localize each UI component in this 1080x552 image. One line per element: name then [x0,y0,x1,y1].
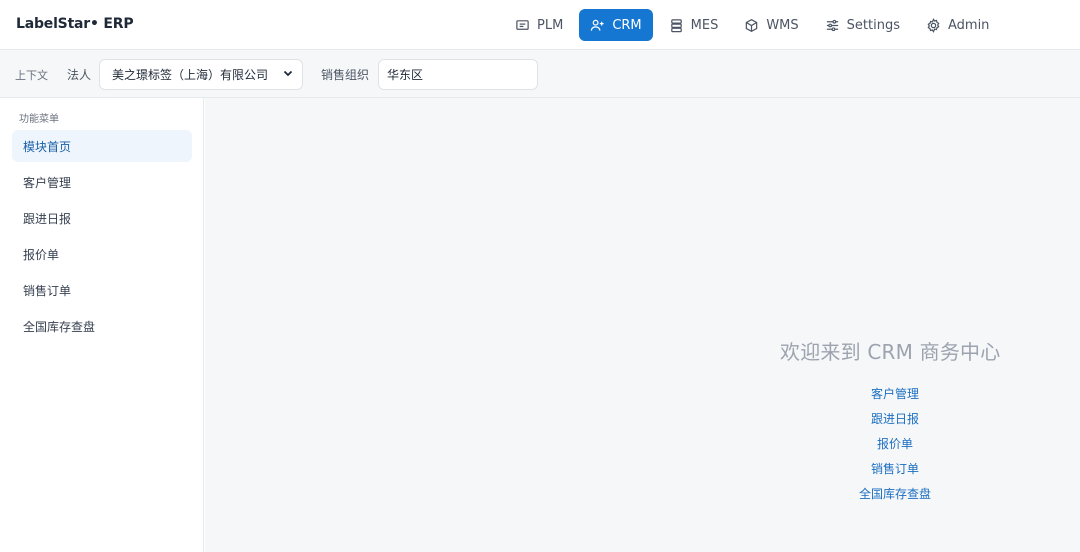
nav-item-label: Settings [846,17,900,33]
nav-item-settings[interactable]: Settings [815,9,910,41]
link-inventory-check[interactable]: 全国库存查盘 [859,482,931,507]
nav-item-label: CRM [612,17,642,33]
link-sales-order[interactable]: 销售订单 [871,457,919,482]
welcome-heading: 欢迎来到 CRM 商务中心 [780,340,1001,364]
nav-item-crm[interactable]: CRM [579,9,653,41]
legal-entity-select[interactable]: 美之璟标签（上海）有限公司 [99,59,303,90]
server-icon [669,18,684,33]
main-content: 欢迎来到 CRM 商务中心 客户管理 跟进日报 报价单 销售订单 全国库存查盘 [205,98,1080,552]
context-bar: 上下文 法人 美之璟标签（上海）有限公司 销售组织 [0,50,1080,98]
module-nav: PLM CRM MES WMS Settings Admin [505,9,999,41]
legal-entity-value: 美之璟标签（上海）有限公司 [112,68,269,82]
sidebar-title: 功能菜单 [19,114,59,125]
nav-item-mes[interactable]: MES [659,9,729,41]
context-label: 上下文 [15,69,48,82]
sidebar: 功能菜单 模块首页 客户管理 跟进日报 报价单 销售订单 全国库存查盘 [0,98,204,552]
nav-item-wms[interactable]: WMS [734,9,808,41]
monitor-icon [515,18,530,33]
brand-logo: LabelStar• ERP [16,16,134,32]
sidebar-item-module-home[interactable]: 模块首页 [12,130,192,162]
top-bar: LabelStar• ERP PLM CRM MES WMS Settings … [0,0,1080,50]
nav-item-label: PLM [537,17,564,33]
link-customer-management[interactable]: 客户管理 [871,382,919,407]
gear-icon [926,17,941,33]
chevron-down-icon [282,67,294,82]
link-daily-followup[interactable]: 跟进日报 [871,407,919,432]
sales-org-input[interactable] [378,59,538,90]
app-window: LabelStar• ERP PLM CRM MES WMS Settings … [0,0,1080,552]
sidebar-item-sales-order[interactable]: 销售订单 [12,274,192,306]
nav-item-admin[interactable]: Admin [916,9,999,41]
sidebar-menu: 模块首页 客户管理 跟进日报 报价单 销售订单 全国库存查盘 [12,130,192,346]
cube-icon [744,18,759,33]
sidebar-item-quotation[interactable]: 报价单 [12,238,192,270]
sidebar-item-daily-followup[interactable]: 跟进日报 [12,202,192,234]
sidebar-item-inventory-check[interactable]: 全国库存查盘 [12,310,192,342]
nav-item-label: Admin [947,17,990,33]
nav-item-label: MES [690,17,719,33]
quick-links: 客户管理 跟进日报 报价单 销售订单 全国库存查盘 [795,382,995,507]
legal-entity-label: 法人 [67,68,92,82]
sales-org-label: 销售组织 [321,68,370,82]
user-plus-icon [590,18,605,33]
nav-item-label: WMS [766,17,799,33]
nav-item-plm[interactable]: PLM [505,9,573,41]
link-quotation[interactable]: 报价单 [877,432,913,457]
sidebar-item-customer-management[interactable]: 客户管理 [12,166,192,198]
sliders-icon [825,18,840,33]
